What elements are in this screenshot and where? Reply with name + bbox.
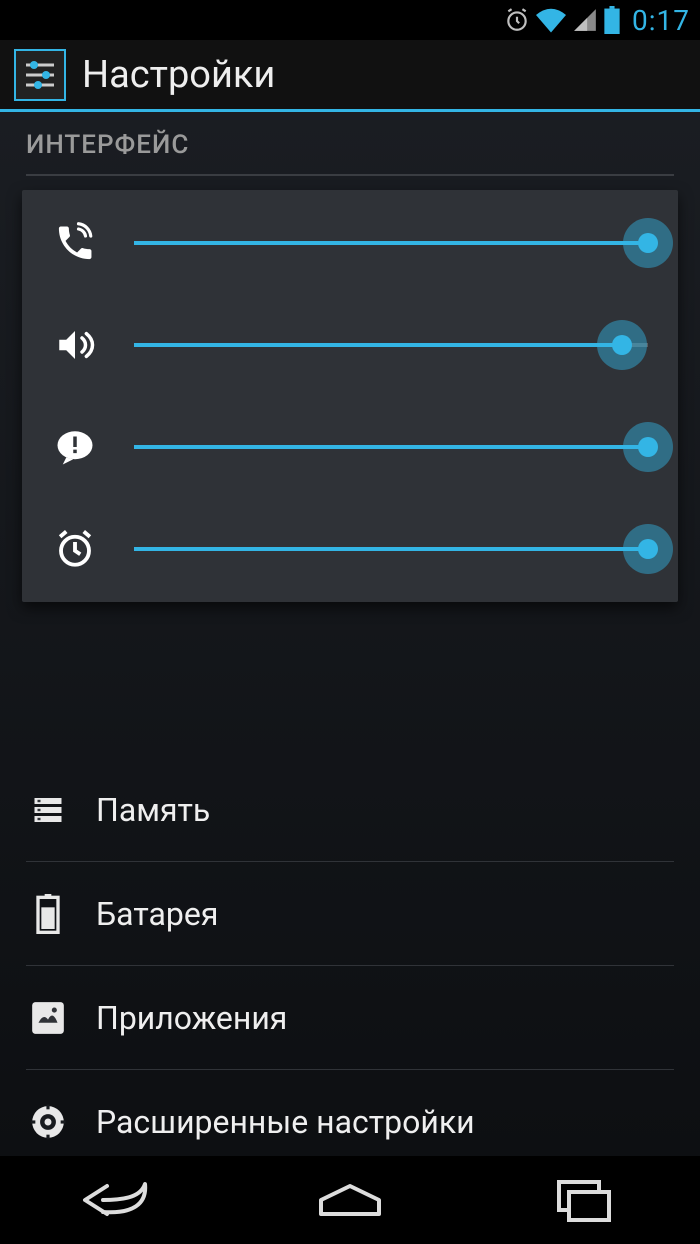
content-area: ИНТЕРФЕЙС Память Батарея (0, 112, 700, 1156)
volume-slider-notification[interactable] (134, 427, 648, 467)
volume-slider-alarm[interactable] (134, 529, 648, 569)
status-clock: 0:17 (632, 4, 690, 37)
home-button[interactable] (290, 1170, 410, 1230)
speaker-icon (52, 322, 98, 368)
volume-slider-ring[interactable] (134, 223, 648, 263)
section-divider (26, 174, 674, 176)
notification-icon (52, 424, 98, 470)
volume-row-notification (52, 424, 648, 470)
section-header-interface: ИНТЕРФЕЙС (0, 112, 700, 174)
volume-panel (22, 190, 678, 602)
gear-icon (26, 1103, 70, 1141)
list-item-label: Расширенные настройки (96, 1103, 475, 1141)
alarm-icon (52, 526, 98, 572)
list-item-label: Батарея (96, 895, 218, 933)
battery-icon (604, 6, 620, 34)
list-item-advanced[interactable]: Расширенные настройки (26, 1070, 674, 1156)
navigation-bar (0, 1156, 700, 1244)
status-bar: 0:17 (0, 0, 700, 40)
list-item-storage[interactable]: Память (26, 758, 674, 862)
recents-button[interactable] (523, 1170, 643, 1230)
page-title: Настройки (82, 53, 275, 97)
list-item-apps[interactable]: Приложения (26, 966, 674, 1070)
volume-row-alarm (52, 526, 648, 572)
volume-row-ring (52, 220, 648, 266)
settings-list: Память Батарея Приложения (0, 758, 700, 1156)
apps-icon (26, 999, 70, 1037)
wifi-icon (536, 7, 566, 33)
list-item-label: Приложения (96, 999, 287, 1037)
storage-icon (26, 792, 70, 828)
settings-app-icon (14, 49, 66, 101)
signal-icon (572, 7, 598, 33)
volume-row-media (52, 322, 648, 368)
action-bar: Настройки (0, 40, 700, 112)
list-item-label: Память (96, 791, 210, 829)
back-button[interactable] (57, 1170, 177, 1230)
volume-slider-media[interactable] (134, 325, 648, 365)
alarm-status-icon (504, 7, 530, 33)
phone-icon (52, 220, 98, 266)
battery-menu-icon (26, 894, 70, 934)
list-item-battery[interactable]: Батарея (26, 862, 674, 966)
